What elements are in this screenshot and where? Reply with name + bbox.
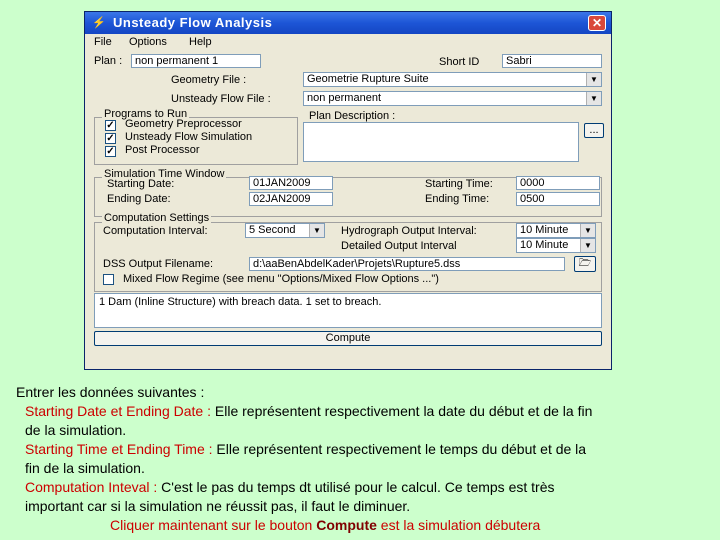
detailed-interval-label: Detailed Output Interval	[341, 240, 457, 252]
plan-description-textarea[interactable]	[303, 122, 579, 162]
detailed-interval-select[interactable]: 10 Minute ▼	[516, 238, 596, 253]
short-id-label: Short ID	[439, 56, 480, 68]
geometry-file-label: Geometry File :	[171, 74, 247, 86]
chevron-down-icon[interactable]: ▼	[580, 224, 595, 237]
mixed-flow-checkbox[interactable]	[103, 274, 114, 285]
mixed-flow-label: Mixed Flow Regime (see menu "Options/Mix…	[123, 273, 439, 285]
chevron-down-icon[interactable]: ▼	[586, 92, 601, 105]
caption-line-3b: important car si la simulation ne réussi…	[25, 498, 411, 514]
menu-bar: File Options Help	[85, 35, 611, 51]
detailed-interval-value: 10 Minute	[520, 239, 569, 251]
plan-description-button[interactable]: ...	[584, 123, 604, 138]
geometry-file-value: Geometrie Rupture Suite	[307, 73, 429, 85]
caption-text-interval: C'est le pas du temps dt utilisé pour le…	[157, 479, 555, 495]
geometry-preprocessor-label: Geometry Preprocessor	[125, 118, 242, 130]
ending-date-input[interactable]: 02JAN2009	[249, 192, 333, 206]
compute-button[interactable]: Compute	[94, 331, 602, 346]
geometry-file-select[interactable]: Geometrie Rupture Suite ▼	[303, 72, 602, 87]
chevron-down-icon[interactable]: ▼	[580, 239, 595, 252]
starting-time-input[interactable]: 0000	[516, 176, 600, 190]
ending-date-label: Ending Date:	[107, 193, 171, 205]
starting-date-label: Starting Date:	[107, 178, 175, 190]
hydrograph-interval-label: Hydrograph Output Interval:	[341, 225, 477, 237]
hydrograph-interval-select[interactable]: 10 Minute ▼	[516, 223, 596, 238]
post-processor-label: Post Processor	[125, 144, 200, 156]
caption-term-interval: Computation Inteval :	[25, 479, 158, 495]
unsteady-flow-simulation-checkbox[interactable]: ✓	[105, 133, 116, 144]
caption-compute-pre: Cliquer maintenant sur le bouton	[110, 517, 317, 533]
plan-input[interactable]: non permanent 1	[131, 54, 261, 68]
unsteady-flow-window: ⚡ Unsteady Flow Analysis ✕ File Options …	[84, 11, 612, 370]
window-title: Unsteady Flow Analysis	[113, 15, 273, 30]
caption-line-4: Cliquer maintenant sur le bouton Compute…	[110, 516, 540, 535]
caption-line-2: Starting Time et Ending Time : Elle repr…	[25, 440, 586, 459]
caption-text-times: Elle représentent respectivement le temp…	[212, 441, 587, 457]
starting-date-input[interactable]: 01JAN2009	[249, 176, 333, 190]
caption-compute-bold: Compute	[316, 517, 377, 533]
folder-icon[interactable]: 🗁	[574, 256, 596, 272]
computation-settings-group-title: Computation Settings	[102, 212, 212, 224]
menu-options[interactable]: Options	[129, 36, 167, 48]
starting-time-label: Starting Time:	[425, 178, 493, 190]
caption-term-times: Starting Time et Ending Time :	[25, 441, 213, 457]
unsteady-flow-file-label: Unsteady Flow File :	[171, 93, 271, 105]
post-processor-checkbox[interactable]: ✓	[105, 146, 116, 157]
caption-text-dates: Elle représentent respectivement la date…	[211, 403, 593, 419]
caption-term-dates: Starting Date et Ending Date :	[25, 403, 211, 419]
unsteady-flow-file-select[interactable]: non permanent ▼	[303, 91, 602, 106]
ending-time-input[interactable]: 0500	[516, 192, 600, 206]
short-id-input[interactable]: Sabri	[502, 54, 602, 68]
caption-line-1: Starting Date et Ending Date : Elle repr…	[25, 402, 592, 421]
caption-compute-post: est la simulation débutera	[376, 517, 541, 533]
computation-interval-value: 5 Second	[249, 224, 296, 236]
dss-output-label: DSS Output Filename:	[103, 258, 214, 270]
title-bar[interactable]: ⚡ Unsteady Flow Analysis ✕	[85, 12, 611, 34]
chevron-down-icon[interactable]: ▼	[309, 224, 324, 237]
caption-intro: Entrer les données suivantes :	[16, 384, 205, 400]
hydrograph-interval-value: 10 Minute	[520, 224, 569, 236]
geometry-preprocessor-checkbox[interactable]: ✓	[105, 120, 116, 131]
menu-help[interactable]: Help	[189, 36, 212, 48]
dss-output-input[interactable]: d:\aaBenAbdelKader\Projets\Rupture5.dss	[249, 257, 565, 271]
caption-line-2b: fin de la simulation.	[25, 460, 145, 476]
close-button[interactable]: ✕	[588, 15, 606, 31]
unsteady-flow-simulation-label: Unsteady Flow Simulation	[125, 131, 253, 143]
caption-line-3: Computation Inteval : C'est le pas du te…	[25, 478, 554, 497]
chevron-down-icon[interactable]: ▼	[586, 73, 601, 86]
plan-description-label: Plan Description :	[309, 110, 396, 122]
unsteady-flow-file-value: non permanent	[307, 92, 381, 104]
computation-interval-select[interactable]: 5 Second ▼	[245, 223, 325, 238]
plan-label: Plan :	[94, 55, 123, 67]
ending-time-label: Ending Time:	[425, 193, 490, 205]
app-icon: ⚡	[92, 17, 106, 29]
caption-line-1b: de la simulation.	[25, 422, 127, 438]
menu-file[interactable]: File	[94, 36, 112, 48]
computation-interval-label: Computation Interval:	[103, 225, 208, 237]
status-text-box: 1 Dam (Inline Structure) with breach dat…	[94, 293, 602, 328]
